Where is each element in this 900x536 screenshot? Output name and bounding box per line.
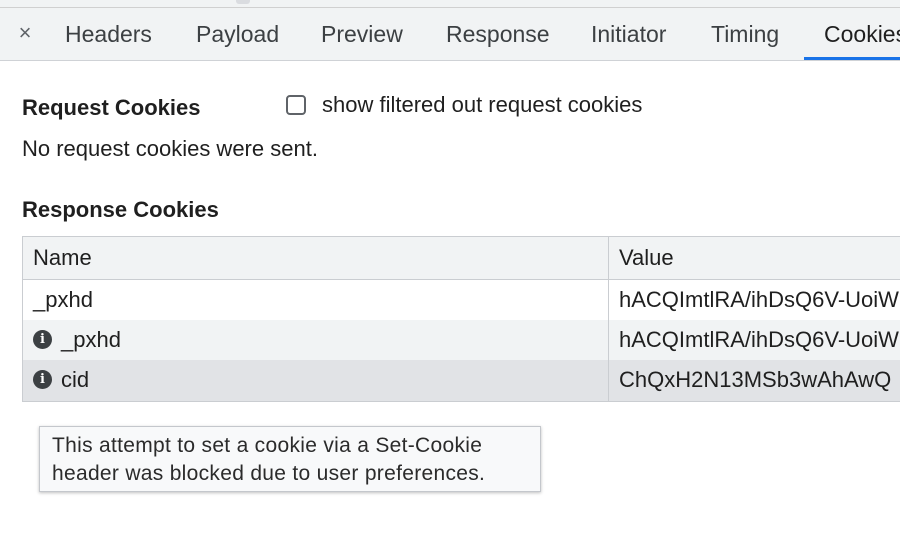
cookie-value: ChQxH2N13MSb3wAhAwQ [619,367,892,392]
drag-handle[interactable] [236,0,250,4]
show-filtered-cookies-toggle[interactable]: show filtered out request cookies [286,92,642,118]
request-cookies-heading: Request Cookies [22,95,201,120]
close-icon[interactable]: × [12,20,38,46]
show-filtered-checkbox[interactable] [286,95,306,115]
blocked-cookie-tooltip: This attempt to set a cookie via a Set-C… [39,426,541,492]
table-header-row: Name Value [23,237,900,280]
devtools-tab-bar: × Headers Payload Preview Response Initi… [0,8,900,61]
tab-initiator[interactable]: Initiator [591,8,666,60]
info-icon[interactable]: i [33,370,52,389]
cookie-name: cid [61,367,90,392]
response-cookies-table: Name Value _pxhd hACQImtlRA/ihDsQ6V-UoiW… [22,236,900,402]
response-cookies-heading: Response Cookies [22,197,219,222]
tooltip-line-1: This attempt to set a cookie via a Set-C… [52,434,483,457]
cookie-value: hACQImtlRA/ihDsQ6V-UoiWQ [619,327,900,352]
tab-preview[interactable]: Preview [321,8,403,60]
tab-cookies[interactable]: Cookies [803,8,900,60]
table-row[interactable]: _pxhd hACQImtlRA/ihDsQ6V-UoiWQ [23,280,900,320]
column-header-value[interactable]: Value [619,237,674,279]
column-header-name[interactable]: Name [33,237,92,279]
table-row-selected[interactable]: i cid ChQxH2N13MSb3wAhAwQ [23,360,900,401]
tab-headers[interactable]: Headers [65,8,152,60]
tab-timing[interactable]: Timing [711,8,779,60]
tooltip-line-2: header was blocked due to user preferenc… [52,462,486,485]
tab-response[interactable]: Response [446,8,550,60]
column-resize-divider[interactable] [608,237,609,401]
show-filtered-label[interactable]: show filtered out request cookies [322,92,642,118]
no-request-cookies-message: No request cookies were sent. [22,136,318,161]
cookie-name: _pxhd [61,327,121,352]
cookie-value: hACQImtlRA/ihDsQ6V-UoiWQ [619,287,900,312]
cookie-name: _pxhd [33,287,93,312]
window-top-strip [0,0,900,8]
table-row[interactable]: i _pxhd hACQImtlRA/ihDsQ6V-UoiWQ [23,320,900,360]
info-icon[interactable]: i [33,330,52,349]
tab-payload[interactable]: Payload [196,8,279,60]
